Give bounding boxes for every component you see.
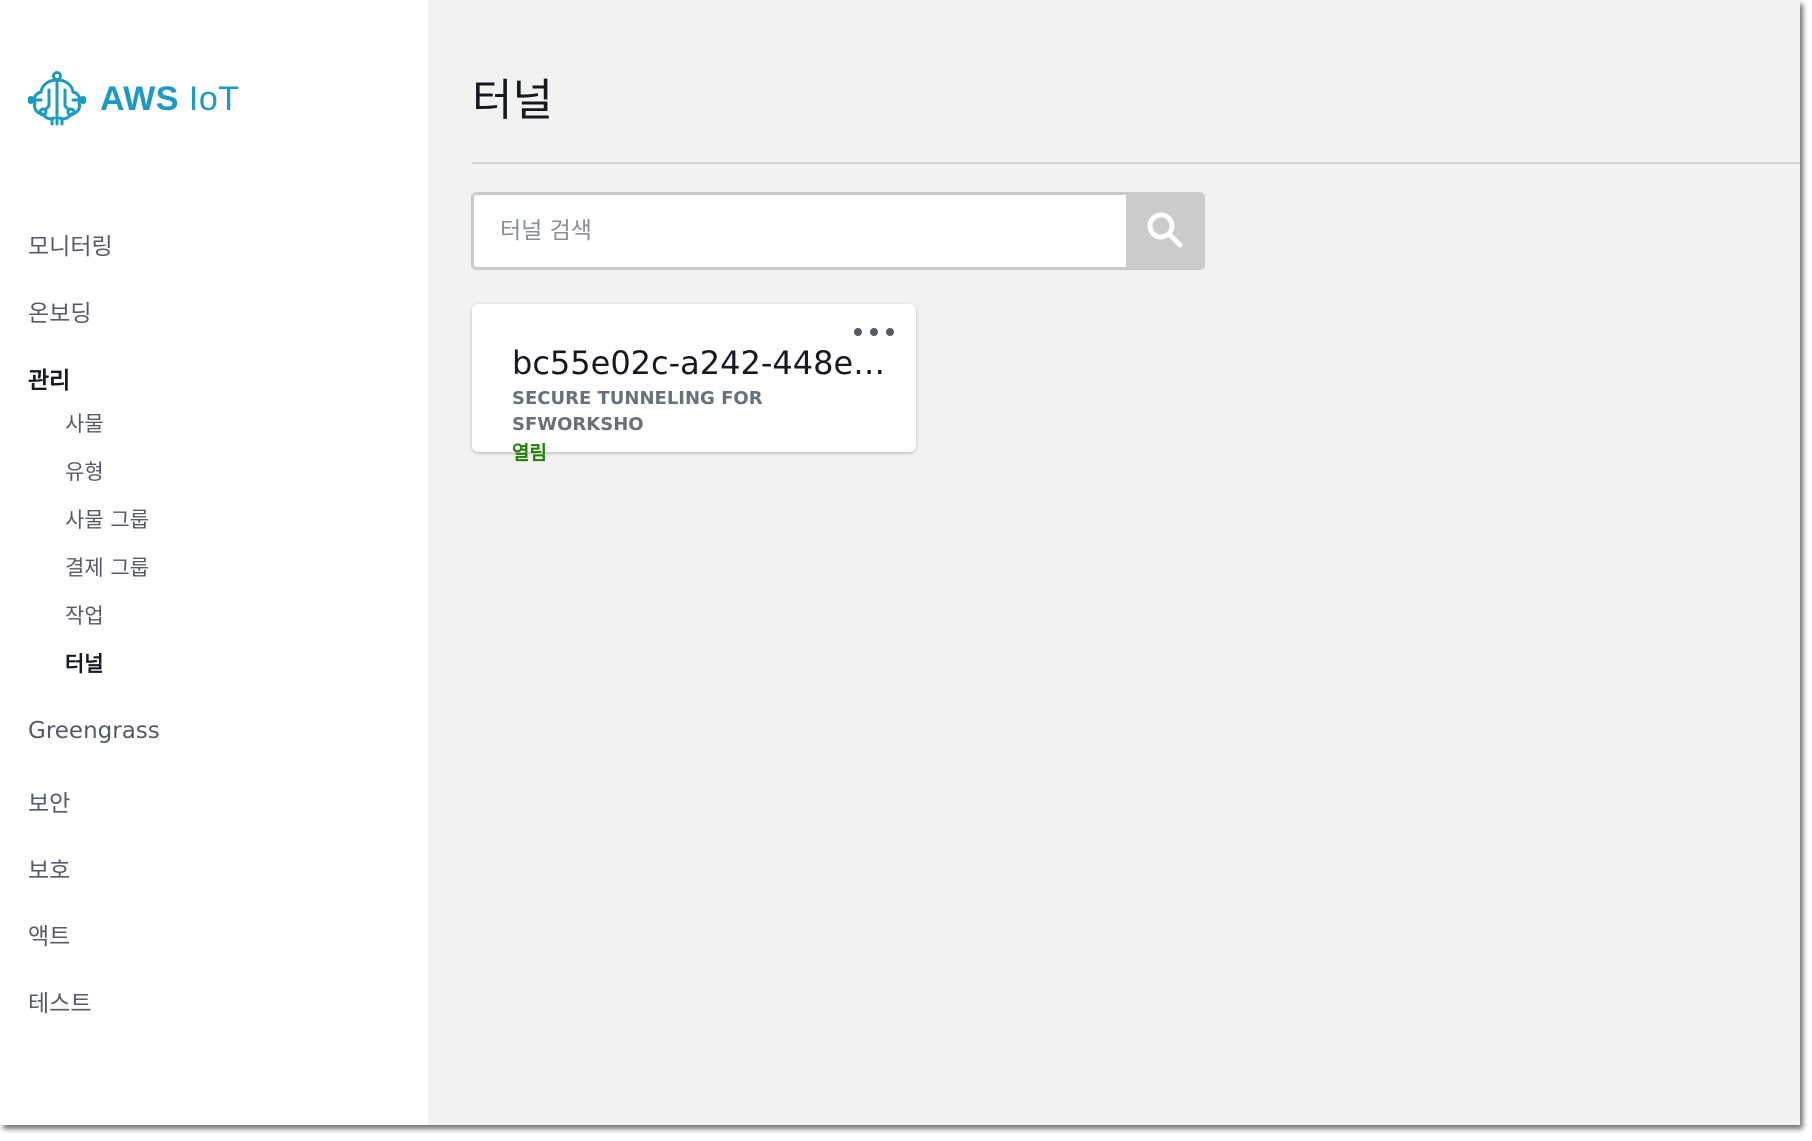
- sidebar-subitem-tunnels[interactable]: 터널: [65, 648, 104, 678]
- sidebar-item-act[interactable]: 액트: [28, 917, 70, 951]
- search-button[interactable]: [1126, 193, 1204, 269]
- page-title: 터널: [472, 75, 553, 126]
- sidebar-subitem-jobs[interactable]: 작업: [65, 600, 104, 630]
- search-icon: [1144, 209, 1186, 254]
- ellipsis-icon[interactable]: [854, 320, 894, 344]
- sidebar-subitem-things[interactable]: 사물: [65, 408, 104, 438]
- sidebar-item-monitoring[interactable]: 모니터링: [28, 227, 113, 261]
- brand-name: AWS IoT: [100, 79, 240, 118]
- sidebar-item-onboarding[interactable]: 온보딩: [28, 294, 91, 328]
- search-input[interactable]: [472, 193, 1126, 269]
- brand-logo[interactable]: AWS IoT: [28, 70, 240, 128]
- sidebar: AWS IoT 모니터링 온보딩 관리 사물 유형 사물 그룹 결제 그룹 작업…: [0, 0, 428, 1125]
- sidebar-item-manage[interactable]: 관리: [28, 361, 70, 395]
- tunnel-search: [472, 193, 1204, 269]
- sidebar-subitem-thing-groups[interactable]: 사물 그룹: [65, 504, 149, 534]
- title-divider: [472, 162, 1800, 164]
- sidebar-item-test[interactable]: 테스트: [28, 984, 91, 1018]
- sidebar-item-defend[interactable]: 보호: [28, 851, 70, 885]
- aws-iot-brain-icon: [28, 70, 86, 128]
- tunnel-status: 열림: [512, 442, 547, 464]
- app-window: AWS IoT 모니터링 온보딩 관리 사물 유형 사물 그룹 결제 그룹 작업…: [0, 0, 1800, 1125]
- sidebar-subitem-types[interactable]: 유형: [65, 456, 104, 486]
- tunnel-description: SECURE TUNNELING FOR SFWORKSHO: [512, 388, 763, 435]
- main-content: 터널 bc55e02c-a242-448e-… SECURE TUNNELING…: [428, 0, 1800, 1125]
- tunnel-card[interactable]: bc55e02c-a242-448e-… SECURE TUNNELING FO…: [472, 304, 916, 464]
- sidebar-subitem-billing-groups[interactable]: 결제 그룹: [65, 552, 149, 582]
- tunnel-id[interactable]: bc55e02c-a242-448e-…: [512, 344, 892, 382]
- sidebar-item-greengrass[interactable]: Greengrass: [28, 718, 160, 744]
- sidebar-item-security[interactable]: 보안: [28, 784, 70, 818]
